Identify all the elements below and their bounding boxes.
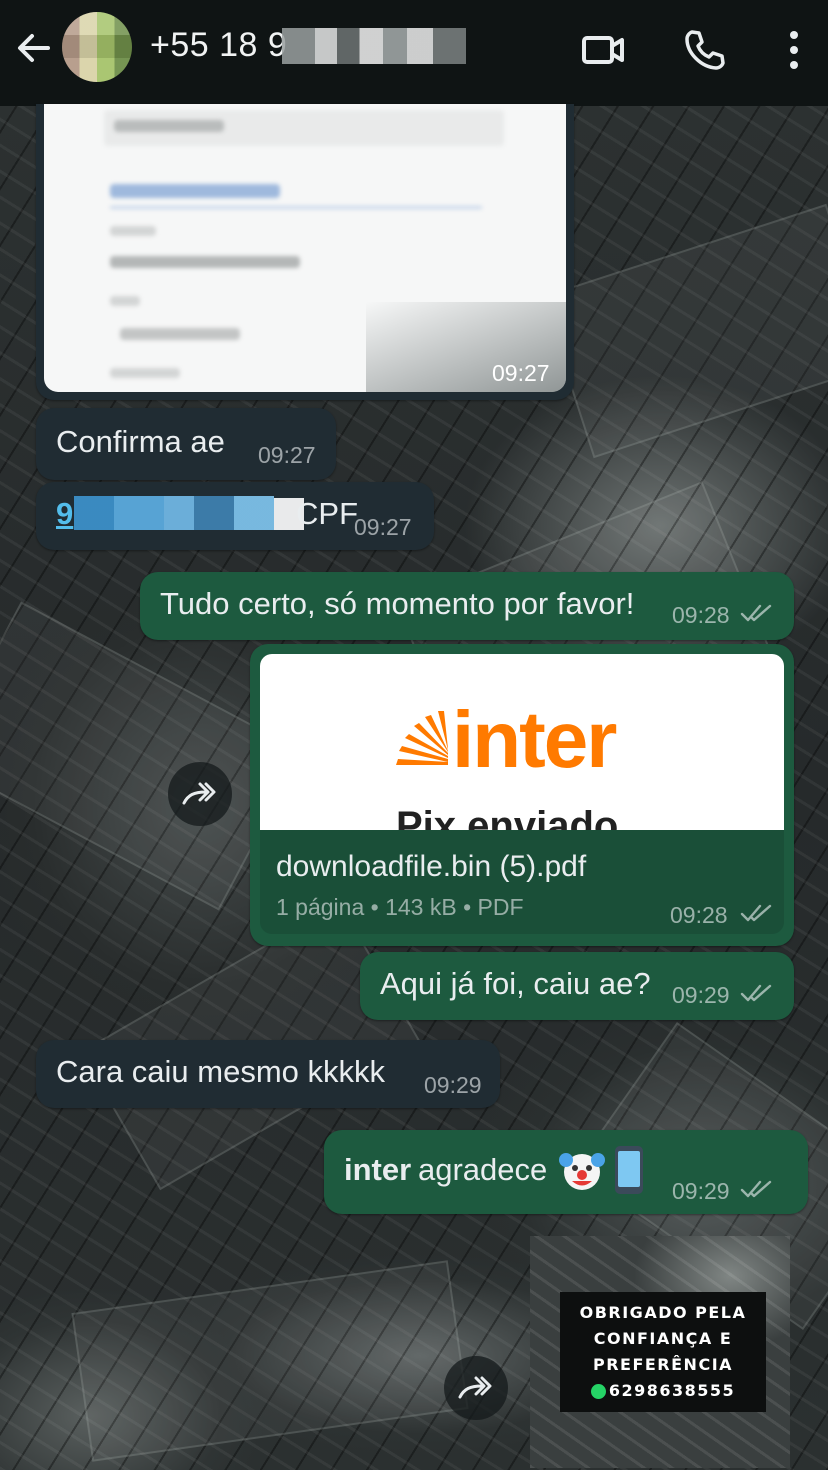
cpf-link-prefix[interactable]: 9 (56, 496, 73, 532)
message-text: agradece (418, 1152, 548, 1187)
message-text: Aqui já foi, caiu ae? (380, 966, 651, 1001)
message-text: Cara caiu mesmo kkkkk (56, 1054, 386, 1089)
message-time: 09:29 (672, 982, 730, 1008)
contact-name[interactable]: +55 18 9 (150, 26, 287, 65)
incoming-message[interactable]: 9 CPF 09:27 (36, 482, 434, 550)
pdf-preview[interactable]: inter Pix enviado (260, 654, 784, 830)
message-time: 09:27 (492, 360, 550, 386)
message-time: 09:29 (672, 1178, 730, 1204)
sticker-line: OBRIGADO PELA (579, 1303, 747, 1322)
wallpaper-banknote (541, 203, 828, 459)
outgoing-message[interactable]: Tudo certo, só momento por favor! 09:28 (140, 572, 794, 640)
redacted-number (282, 28, 466, 64)
whatsapp-icon (590, 1383, 606, 1399)
inter-brand-text: inter (452, 695, 617, 784)
sticker-phone-row: 6298638555 (590, 1378, 736, 1404)
pdf-filename: downloadfile.bin (5).pdf (276, 850, 587, 883)
outgoing-message[interactable]: inter agradece 09:29 (324, 1130, 808, 1214)
more-vert-icon[interactable] (770, 26, 818, 74)
pdf-meta: 1 página • 143 kB • PDF (276, 894, 524, 920)
sticker-line: PREFERÊNCIA (592, 1355, 734, 1374)
pdf-message[interactable]: inter Pix enviado downloadfile.bin (5).p… (250, 644, 794, 946)
outgoing-message[interactable]: Aqui já foi, caiu ae? 09:29 (360, 952, 794, 1020)
double-check-icon (740, 604, 772, 622)
sticker-line: CONFIANÇA E (593, 1329, 733, 1348)
double-check-icon (740, 984, 772, 1002)
blurred-document-image (44, 104, 566, 392)
sticker-phone: 6298638555 (608, 1381, 736, 1400)
pdf-preview-title: Pix enviado (396, 804, 619, 830)
sticker-image[interactable]: OBRIGADO PELA CONFIANÇA E PREFERÊNCIA 62… (530, 1236, 790, 1468)
arrow-left-icon[interactable] (14, 28, 54, 68)
avatar[interactable] (62, 12, 132, 82)
message-time: 09:28 (670, 902, 728, 928)
message-text: Tudo certo, só momento por favor! (160, 586, 635, 621)
wallpaper-banknote (71, 1260, 469, 1462)
message-text: Confirma ae (56, 424, 225, 459)
sticker-text-box: OBRIGADO PELA CONFIANÇA E PREFERÊNCIA 62… (560, 1292, 766, 1412)
message-time: 09:27 (258, 442, 316, 468)
message-bold-text: inter (344, 1152, 412, 1187)
message-time: 09:28 (672, 602, 730, 628)
chat-header: +55 18 9 (0, 0, 828, 106)
clown-face-emoji (559, 1153, 605, 1190)
forward-button[interactable] (168, 762, 232, 826)
pdf-info: downloadfile.bin (5).pdf 1 página • 143 … (260, 830, 784, 934)
message-time: 09:29 (424, 1072, 482, 1098)
redacted-cpf (74, 496, 274, 530)
message-time: 09:27 (354, 514, 412, 540)
mobile-phone-emoji (615, 1146, 643, 1194)
incoming-message[interactable]: Confirma ae 09:27 (36, 408, 336, 480)
forward-button[interactable] (444, 1356, 508, 1420)
video-call-icon[interactable] (580, 26, 628, 74)
inter-sun-icon (396, 711, 448, 765)
phone-icon[interactable] (680, 26, 728, 74)
double-check-icon (740, 904, 772, 922)
inter-logo: inter (390, 695, 617, 784)
image-message[interactable]: 09:27 (36, 104, 574, 400)
message-text: CPF (296, 496, 358, 531)
double-check-icon (740, 1180, 772, 1198)
forward-icon (458, 1376, 492, 1399)
incoming-message[interactable]: Cara caiu mesmo kkkkk 09:29 (36, 1040, 500, 1108)
forward-icon (182, 782, 216, 805)
